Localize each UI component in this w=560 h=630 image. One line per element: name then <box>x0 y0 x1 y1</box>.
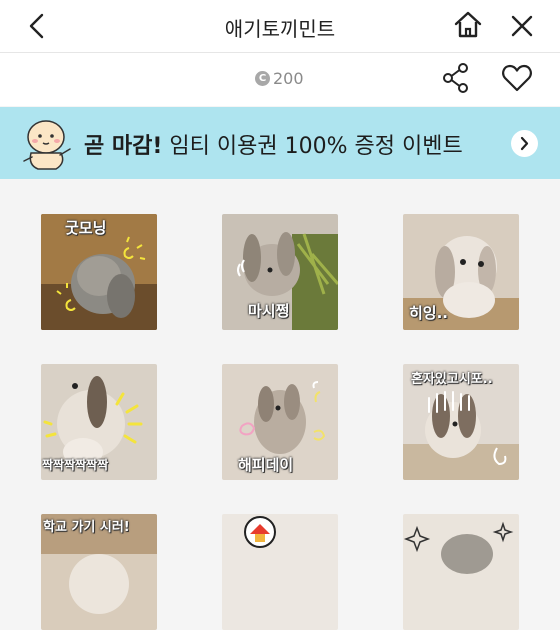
banner-bold-text: 곧 마감! <box>84 134 163 159</box>
sticker-caption: 히잉.. <box>409 304 448 322</box>
close-icon[interactable] <box>506 10 538 42</box>
chevron-right-icon <box>520 136 529 151</box>
sticker-item[interactable]: 짝짝짝짝짝짝 <box>41 364 157 480</box>
sticker-caption: 굿모닝 <box>65 219 107 237</box>
bunny-illustration <box>222 514 338 630</box>
sticker-item[interactable] <box>222 514 338 630</box>
price: C 200 <box>255 69 304 88</box>
sticker-grid: 굿모닝 마시쩡 히잉.. 짝짝짝짝짝짝 해피데이 혼자있고시포.. 학교 가기 … <box>0 180 560 630</box>
sticker-item[interactable]: 마시쩡 <box>222 214 338 330</box>
sticker-item[interactable]: 학교 가기 시러! <box>41 514 157 630</box>
sticker-caption: 학교 가기 시러! <box>43 520 130 535</box>
share-icon[interactable] <box>440 61 472 95</box>
top-bar: 애기토끼민트 <box>0 0 560 52</box>
home-icon[interactable] <box>451 9 485 41</box>
heart-icon[interactable] <box>500 61 534 95</box>
price-value: 200 <box>273 69 304 88</box>
banner-arrow-button[interactable] <box>511 130 538 157</box>
sticker-caption: 짝짝짝짝짝짝 <box>42 458 109 472</box>
sticker-item[interactable]: 해피데이 <box>222 364 338 480</box>
sticker-item[interactable]: 히잉.. <box>403 214 519 330</box>
sticker-item[interactable]: 혼자있고시포.. <box>403 364 519 480</box>
banner-text: 곧 마감! 임티 이용권 100% 증정 이벤트 <box>84 128 463 160</box>
mascot-icon <box>23 120 71 170</box>
coin-icon: C <box>255 71 270 86</box>
promo-banner[interactable]: 곧 마감! 임티 이용권 100% 증정 이벤트 <box>0 107 560 179</box>
sticker-caption: 혼자있고시포.. <box>411 372 493 387</box>
bunny-illustration <box>403 514 519 630</box>
sticker-item[interactable]: 굿모닝 <box>41 214 157 330</box>
sticker-caption: 마시쩡 <box>248 302 290 320</box>
banner-body-text: 임티 이용권 100% 증정 이벤트 <box>162 134 463 159</box>
info-bar: C 200 <box>0 53 560 106</box>
sticker-caption: 해피데이 <box>238 456 294 474</box>
sticker-item[interactable] <box>403 514 519 630</box>
